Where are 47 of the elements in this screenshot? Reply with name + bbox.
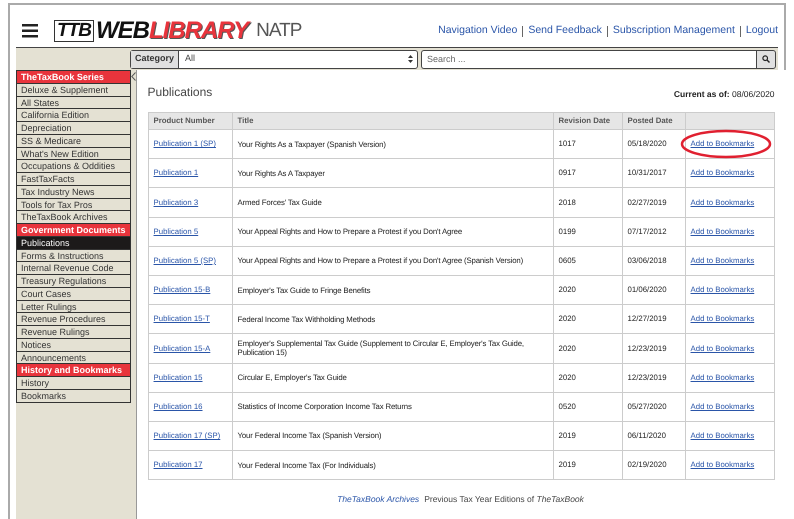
- sidebar-item[interactable]: TheTaxBook Archives: [17, 211, 130, 224]
- sidebar-item[interactable]: Revenue Rulings: [17, 326, 130, 339]
- sidebar-item[interactable]: Deluxe & Supplement: [17, 84, 130, 96]
- sidebar-item[interactable]: FastTaxFacts: [17, 173, 130, 186]
- sidebar-item[interactable]: What's New Edition: [17, 148, 130, 160]
- sidebar-item[interactable]: Depreciation: [17, 122, 130, 135]
- collapse-icon[interactable]: [130, 72, 136, 81]
- sidebar-item[interactable]: Announcements: [17, 352, 130, 364]
- page-title: Publications: [148, 84, 212, 101]
- sidebar-item[interactable]: Internal Revenue Code: [17, 262, 130, 275]
- category-value: All: [184, 52, 196, 66]
- search-field[interactable]: Search ...: [421, 50, 756, 68]
- sidebar-section-header: Government Documents: [17, 224, 130, 237]
- menu-icon[interactable]: [22, 24, 38, 38]
- archives-link[interactable]: TheTaxBook Archives: [337, 493, 420, 506]
- sidebar-item[interactable]: Bookmarks: [17, 390, 130, 402]
- sidebar-item[interactable]: Tax Industry News: [17, 186, 130, 198]
- logo-text: WEB: [96, 19, 149, 43]
- footer-text: Previous Tax Year Editions of TheTaxBook: [424, 493, 584, 506]
- sidebar-item[interactable]: Treasury Regulations: [17, 275, 130, 288]
- sidebar-item[interactable]: California Edition: [17, 109, 130, 122]
- search-icon: [762, 55, 770, 63]
- sidebar-section-header: TheTaxBook Series: [17, 71, 130, 84]
- sidebar-item[interactable]: Revenue Procedures: [17, 313, 130, 326]
- sidebar-item[interactable]: Notices: [17, 338, 130, 352]
- sidebar-item[interactable]: Court Cases: [17, 288, 130, 300]
- select-arrows-icon: [408, 55, 413, 63]
- header-link[interactable]: Subscription Management: [612, 23, 735, 39]
- header-link[interactable]: Logout: [746, 23, 778, 39]
- logo-badge: TTB: [54, 20, 94, 42]
- sidebar-item[interactable]: All States: [17, 96, 130, 110]
- logo-text: LIBRARY: [148, 19, 248, 43]
- sidebar-item[interactable]: Forms & Instructions: [17, 250, 130, 262]
- sidebar-item[interactable]: SS & Medicare: [17, 134, 130, 148]
- search-button[interactable]: [756, 50, 776, 68]
- partner-logo: NATP: [256, 21, 302, 41]
- sidebar-item[interactable]: Publications: [17, 236, 130, 250]
- header-link[interactable]: Send Feedback: [528, 23, 602, 39]
- current-date: Current as of: 08/06/2020: [674, 88, 775, 101]
- sidebar-section-header: History and Bookmarks: [17, 364, 130, 377]
- header-link[interactable]: Navigation Video: [438, 23, 518, 39]
- sidebar-item[interactable]: Letter Rulings: [17, 300, 130, 314]
- category-label: Category: [131, 50, 180, 68]
- category-select[interactable]: Category All: [130, 50, 418, 68]
- sidebar-item[interactable]: Occupations & Oddities: [17, 160, 130, 173]
- sidebar-item[interactable]: Tools for Tax Pros: [17, 198, 130, 212]
- sidebar-item[interactable]: History: [17, 377, 130, 390]
